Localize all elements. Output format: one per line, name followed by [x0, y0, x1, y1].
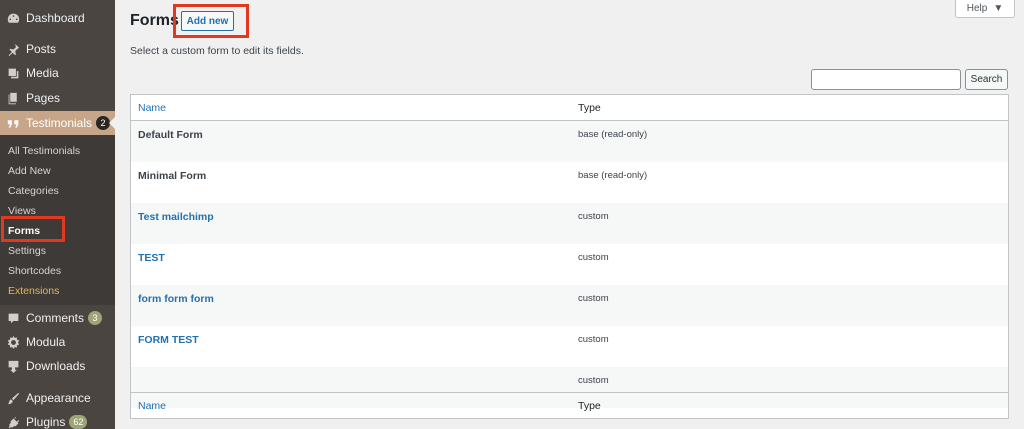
- submenu-extensions[interactable]: Extensions: [8, 285, 59, 297]
- column-header-type: Type: [578, 101, 601, 114]
- table-row: TEST custom: [131, 244, 1008, 285]
- forms-table: Name Type Default Form base (read-only) …: [130, 94, 1009, 419]
- dashboard-icon: [6, 11, 20, 25]
- sidebar-item-plugins[interactable]: Plugins 62: [0, 410, 115, 429]
- sidebar-item-label: Downloads: [26, 359, 86, 373]
- gear-icon: [6, 335, 20, 349]
- search-button[interactable]: Search: [965, 69, 1008, 90]
- media-icon: [6, 66, 20, 80]
- form-type: custom: [578, 211, 609, 222]
- highlight-box-forms: [1, 216, 65, 242]
- help-tab[interactable]: Help ▼: [955, 0, 1015, 18]
- sidebar-item-dashboard[interactable]: Dashboard: [0, 6, 115, 30]
- sidebar-item-modula[interactable]: Modula: [0, 330, 115, 354]
- form-name-link[interactable]: form form form: [138, 293, 214, 305]
- table-footer: Name Type: [131, 392, 1008, 418]
- highlight-box-add-new: [173, 4, 249, 38]
- sidebar-item-media[interactable]: Media: [0, 61, 115, 85]
- sidebar-item-label: Pages: [26, 91, 61, 105]
- submenu-settings[interactable]: Settings: [8, 245, 46, 257]
- admin-sidebar: Dashboard Posts Media Pages Testimonials…: [0, 0, 115, 429]
- sidebar-item-pages[interactable]: Pages: [0, 86, 115, 110]
- table-row: Minimal Form base (read-only): [131, 162, 1008, 203]
- sidebar-item-appearance[interactable]: Appearance: [0, 386, 115, 410]
- submenu-shortcodes[interactable]: Shortcodes: [8, 265, 61, 277]
- form-type: custom: [578, 252, 609, 263]
- sidebar-item-label: Plugins: [26, 415, 66, 429]
- comment-count-badge: 3: [88, 311, 103, 325]
- column-footer-name[interactable]: Name: [138, 400, 166, 412]
- sidebar-item-label: Modula: [26, 335, 66, 349]
- sidebar-item-label: Posts: [26, 42, 57, 56]
- sidebar-item-comments[interactable]: Comments 3: [0, 306, 115, 330]
- form-type: custom: [578, 293, 609, 304]
- form-type: base (read-only): [578, 129, 648, 140]
- pages-icon: [6, 91, 20, 105]
- form-type: base (read-only): [578, 170, 648, 181]
- sidebar-item-downloads[interactable]: Downloads: [0, 354, 115, 378]
- form-name: Minimal Form: [138, 170, 207, 182]
- quote-icon: [6, 116, 20, 130]
- form-name-link[interactable]: TEST: [138, 252, 165, 264]
- main-content: Forms Add new Help ▼ Select a custom for…: [115, 0, 1024, 429]
- sidebar-item-label: Media: [26, 66, 59, 80]
- sidebar-item-label: Testimonials: [26, 116, 93, 130]
- table-row: Default Form base (read-only): [131, 121, 1008, 162]
- sidebar-item-label: Comments: [26, 311, 85, 325]
- download-icon: [6, 359, 20, 373]
- search-input[interactable]: [811, 69, 961, 90]
- sidebar-item-testimonials[interactable]: Testimonials 2: [0, 111, 115, 135]
- caret-down-icon: ▼: [993, 3, 1004, 14]
- update-count-badge: 2: [96, 116, 111, 130]
- plugin-update-badge: 62: [69, 415, 88, 429]
- submenu-add-new[interactable]: Add New: [8, 165, 51, 177]
- submenu-all-testimonials[interactable]: All Testimonials: [8, 145, 80, 157]
- page-description: Select a custom form to edit its fields.: [130, 45, 304, 57]
- column-footer-type: Type: [578, 399, 601, 412]
- plug-icon: [6, 415, 20, 429]
- comment-icon: [6, 311, 20, 325]
- form-name-link[interactable]: Test mailchimp: [138, 211, 214, 223]
- page-title: Forms: [130, 12, 179, 29]
- table-row: form form form custom: [131, 285, 1008, 326]
- form-type: custom: [578, 375, 609, 386]
- help-label: Help: [966, 3, 988, 14]
- form-type: custom: [578, 334, 609, 345]
- submenu-categories[interactable]: Categories: [8, 185, 59, 197]
- form-name-link[interactable]: FORM TEST: [138, 334, 199, 346]
- table-row: FORM TEST custom: [131, 326, 1008, 367]
- sidebar-item-posts[interactable]: Posts: [0, 37, 115, 61]
- column-header-name[interactable]: Name: [138, 102, 166, 114]
- pin-icon: [6, 42, 20, 56]
- sidebar-item-label: Appearance: [26, 391, 91, 405]
- brush-icon: [6, 391, 20, 405]
- sidebar-item-label: Dashboard: [26, 11, 85, 25]
- form-name: Default Form: [138, 129, 203, 141]
- table-row: Test mailchimp custom: [131, 203, 1008, 244]
- table-header: Name Type: [131, 95, 1008, 121]
